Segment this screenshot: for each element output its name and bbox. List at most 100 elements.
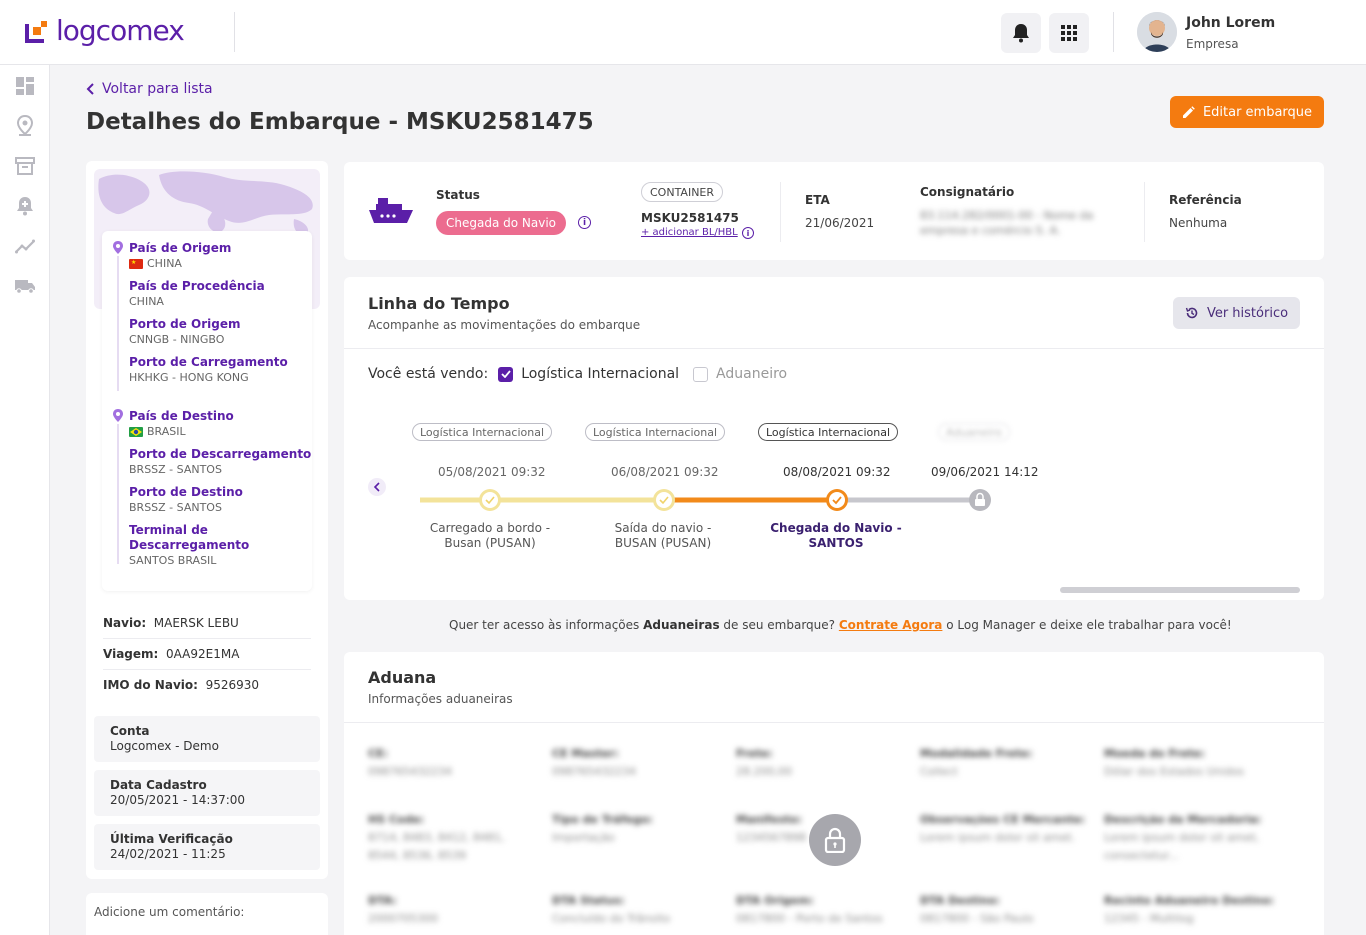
event-description: Saída do navio - BUSAN (PUSAN) bbox=[614, 521, 712, 550]
event-tag: Logística Internacional bbox=[412, 423, 553, 441]
event-tag-locked: Aduaneiro bbox=[938, 423, 1010, 441]
customs-field: CE Master: 098765432234 bbox=[552, 747, 636, 778]
divider bbox=[1144, 182, 1145, 242]
customs-subtitle: Informações aduaneiras bbox=[368, 692, 513, 706]
analytics-icon[interactable] bbox=[14, 235, 36, 257]
customs-field: DTA: 2000705300 bbox=[368, 894, 438, 925]
intl-logistics-checkbox[interactable] bbox=[498, 366, 514, 382]
event-description-current: Chegada do Navio - SANTOS bbox=[770, 521, 902, 550]
back-to-list-link[interactable]: Voltar para lista bbox=[86, 81, 213, 97]
logo[interactable]: logcomex bbox=[24, 14, 185, 47]
route-connector bbox=[117, 424, 119, 564]
reference-value: Nenhuma bbox=[1169, 216, 1228, 230]
reference-label: Referência bbox=[1169, 193, 1242, 207]
divider bbox=[344, 722, 1324, 723]
destination-port: Porto de Destino BRSSZ - SANTOS bbox=[129, 485, 243, 514]
timeline-prev-button[interactable] bbox=[368, 478, 386, 496]
avatar[interactable] bbox=[1137, 12, 1177, 52]
event-date: 06/08/2021 09:32 bbox=[611, 465, 719, 479]
grid-icon bbox=[1061, 25, 1077, 41]
shipment-route-card: País de Origem ★ CHINA País de Procedênc… bbox=[86, 161, 328, 879]
apps-menu-button[interactable] bbox=[1049, 13, 1089, 53]
chevron-left-icon bbox=[373, 482, 380, 492]
top-header: logcomex John Lorem Empresa bbox=[0, 0, 1366, 65]
add-bl-link[interactable]: + adicionar BL/HBL bbox=[641, 227, 738, 238]
edit-shipment-button[interactable]: Editar embarque bbox=[1170, 96, 1324, 128]
dashboard-icon[interactable] bbox=[14, 75, 36, 97]
divider bbox=[344, 348, 1324, 349]
timeline-card: Linha do Tempo Acompanhe as movimentaçõe… bbox=[344, 277, 1324, 600]
event-tag: Logística Internacional bbox=[585, 423, 726, 441]
unloading-port: Porto de Descarregamento BRSSZ - SANTOS bbox=[129, 447, 312, 476]
info-icon[interactable]: i bbox=[742, 227, 754, 239]
event-check-icon bbox=[826, 489, 848, 511]
locked-content-button[interactable] bbox=[809, 814, 861, 866]
loading-port: Porto de Carregamento HKHKG - HONG KONG bbox=[129, 355, 288, 384]
route-connector bbox=[117, 256, 119, 391]
timeline-track bbox=[420, 489, 991, 511]
archive-icon[interactable] bbox=[14, 155, 36, 177]
divider bbox=[103, 669, 311, 670]
customs-field: Recinto Aduaneiro Destino: 12345 - Multil… bbox=[1104, 894, 1275, 925]
last-check-block: Última Verificação 24/02/2021 - 11:25 bbox=[94, 824, 320, 870]
customs-field: HS Code: 8714, 8483, 8412, 8481, 8544, 85… bbox=[368, 813, 505, 862]
user-name[interactable]: John Lorem bbox=[1186, 15, 1275, 31]
contract-now-link[interactable]: Contrate Agora bbox=[839, 618, 943, 632]
header-divider bbox=[1113, 12, 1114, 52]
unloading-terminal: Terminal de Descarregamento SANTOS BRASI… bbox=[129, 523, 250, 567]
customs-field: Tipo de Tráfego: Importação bbox=[552, 813, 653, 844]
china-flag-icon: ★ bbox=[129, 258, 143, 269]
intl-logistics-label[interactable]: Logística Internacional bbox=[521, 366, 679, 382]
ship-icon bbox=[369, 198, 413, 223]
timeline-subtitle: Acompanhe as movimentações do embarque bbox=[368, 318, 641, 332]
event-date-current: 08/08/2021 09:32 bbox=[783, 465, 891, 479]
viewing-label: Você está vendo: bbox=[368, 366, 489, 382]
shipment-status-card: Status Chegada do Navio i CONTAINER MSKU… bbox=[344, 162, 1324, 260]
location-icon[interactable] bbox=[14, 115, 36, 137]
truck-icon[interactable] bbox=[14, 275, 36, 297]
vessel-row: Navio: MAERSK LEBU bbox=[103, 616, 239, 630]
customs-promo: Quer ter acesso às informações Aduaneira… bbox=[449, 618, 1232, 632]
page-title: Detalhes do Embarque - MSKU2581475 bbox=[86, 109, 594, 135]
eta-label: ETA bbox=[805, 193, 830, 207]
container-number: MSKU2581475 bbox=[641, 211, 739, 225]
customs-checkbox[interactable] bbox=[693, 366, 709, 382]
customs-field: DTA Status: Concluído do Trânsito bbox=[552, 894, 671, 925]
customs-field: CE: 098765432234 bbox=[368, 747, 452, 778]
info-icon[interactable]: i bbox=[578, 216, 591, 229]
chevron-left-icon bbox=[86, 83, 94, 95]
bell-icon bbox=[1013, 24, 1029, 43]
route-details: País de Origem ★ CHINA País de Procedênc… bbox=[102, 231, 312, 591]
pencil-icon bbox=[1182, 105, 1195, 118]
edit-label: Editar embarque bbox=[1202, 104, 1313, 120]
consignee-value: 83.114.282/0001-00 - Nome da empresa e c… bbox=[920, 209, 1094, 237]
lock-icon bbox=[824, 827, 846, 853]
timeline-title: Linha do Tempo bbox=[368, 294, 510, 313]
history-icon bbox=[1185, 307, 1198, 319]
container-tag: CONTAINER bbox=[641, 182, 724, 202]
notifications-button[interactable] bbox=[1001, 13, 1041, 53]
account-block: Conta Logcomex - Demo bbox=[94, 716, 320, 762]
customs-label[interactable]: Aduaneiro bbox=[716, 366, 787, 382]
alert-bell-icon[interactable] bbox=[14, 195, 36, 217]
customs-field: Observações CE Mercante: Lorem ipsum dolo… bbox=[920, 813, 1086, 844]
procedence-country: País de Procedência CHINA bbox=[129, 279, 265, 308]
back-label: Voltar para lista bbox=[102, 81, 213, 97]
divider bbox=[780, 182, 781, 242]
event-date: 05/08/2021 09:32 bbox=[438, 465, 546, 479]
view-history-button[interactable]: Ver histórico bbox=[1173, 297, 1300, 329]
lock-icon bbox=[969, 489, 991, 511]
eta-value: 21/06/2021 bbox=[805, 216, 875, 230]
comment-input[interactable]: Adicione um comentário: bbox=[86, 893, 328, 935]
origin-pin-icon bbox=[113, 241, 123, 254]
event-check-icon bbox=[653, 489, 675, 511]
timeline-scrollbar[interactable] bbox=[1060, 587, 1300, 593]
customs-title: Aduana bbox=[368, 668, 437, 687]
check-icon bbox=[501, 370, 511, 378]
brazil-flag-icon bbox=[129, 426, 143, 437]
registration-date-block: Data Cadastro 20/05/2021 - 14:37:00 bbox=[94, 770, 320, 816]
origin-port: Porto de Origem CNNGB - NINGBO bbox=[129, 317, 241, 346]
divider bbox=[103, 638, 311, 639]
sidebar bbox=[0, 65, 50, 935]
logo-text: logcomex bbox=[56, 14, 185, 47]
